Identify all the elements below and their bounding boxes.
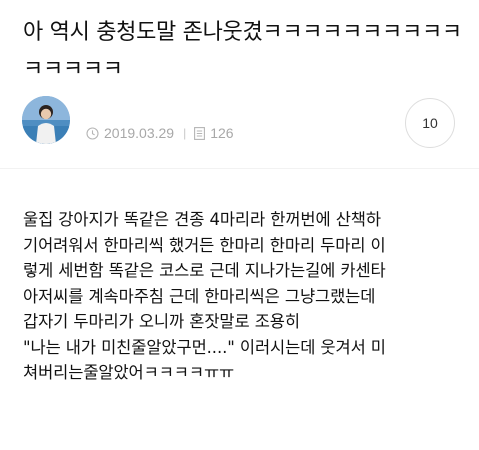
view-count: 126: [210, 125, 234, 141]
post-title: 아 역시 충청도말 존나웃겼ㅋㅋㅋㅋㅋㅋㅋㅋㅋㅋㅋㅋㅋㅋㅋ: [23, 20, 462, 82]
post-meta: 2019.03.29 | 126: [86, 123, 234, 143]
comment-count-button[interactable]: 10: [405, 98, 455, 148]
avatar[interactable]: [22, 96, 70, 144]
divider: [0, 168, 479, 169]
body-line: 렇게 세번함 똑같은 코스로 근데 지나가는길에 카센타: [23, 261, 386, 280]
meta-separator: |: [183, 126, 187, 140]
body-line: "나는 내가 미친줄알았구먼...." 이러시는데 웃겨서 미: [23, 337, 386, 357]
body-line: 쳐버리는줄알았어ㅋㅋㅋㅋㅠㅠ: [23, 363, 235, 382]
body-line: 갑자기 두마리가 오니까 혼잣말로 조용히: [23, 312, 300, 331]
avatar-photo: [22, 96, 70, 144]
body-line: 기어려워서 한마리씩 했거든 한마리 한마리 두마리 이: [23, 235, 386, 255]
comment-count: 10: [422, 115, 438, 131]
body-line: 울집 강아지가 똑같은 견종 4마리라 한꺼번에 산책하: [23, 210, 381, 229]
clock-icon: [86, 126, 99, 140]
body-line: 아저씨를 계속마주침 근데 한마리씩은 그냥그랬는데: [23, 286, 376, 306]
post-date: 2019.03.29: [104, 125, 175, 141]
post-body: 울집 강아지가 똑같은 견종 4마리라 한꺼번에 산책하 기어려워서 한마리씩 …: [23, 207, 468, 386]
document-icon: [194, 126, 206, 140]
